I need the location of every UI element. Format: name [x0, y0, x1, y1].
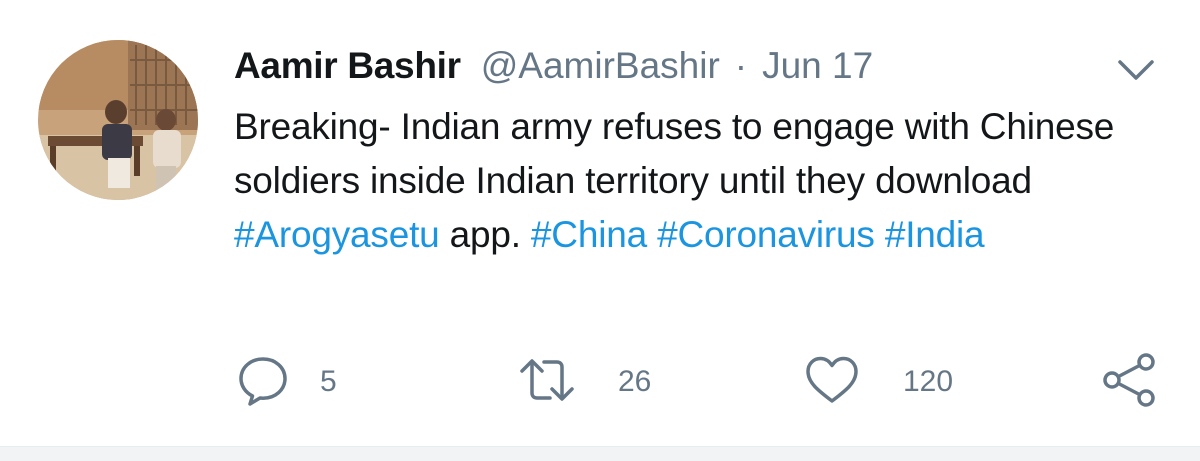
- hashtag-arogyasetu[interactable]: #Arogyasetu: [234, 214, 440, 255]
- avatar[interactable]: [38, 40, 198, 200]
- like-button[interactable]: 120: [803, 352, 953, 412]
- tweet-text: Breaking- Indian army refuses to engage …: [234, 100, 1174, 262]
- tweet-date[interactable]: Jun 17: [762, 38, 873, 94]
- tweet-text-part: [647, 214, 657, 255]
- author-handle[interactable]: @AamirBashir: [481, 38, 720, 94]
- hashtag-india[interactable]: #India: [885, 214, 985, 255]
- tweet-card[interactable]: Aamir Bashir @AamirBashir · Jun 17 Break…: [0, 0, 1200, 461]
- share-button[interactable]: [1100, 352, 1160, 412]
- separator-dot: ·: [734, 45, 748, 86]
- tweet-text-part: [875, 214, 885, 255]
- retweet-button[interactable]: 26: [518, 352, 651, 412]
- chevron-down-icon[interactable]: [1112, 52, 1160, 88]
- reply-icon[interactable]: [236, 353, 290, 412]
- like-icon[interactable]: [803, 353, 861, 412]
- retweet-icon[interactable]: [518, 353, 576, 412]
- hashtag-coronavirus[interactable]: #Coronavirus: [657, 214, 875, 255]
- like-count: 120: [903, 365, 954, 398]
- reply-count: 5: [320, 365, 337, 398]
- action-bar: 5 26 120: [0, 352, 1200, 412]
- hashtag-china[interactable]: #China: [531, 214, 647, 255]
- reply-button[interactable]: 5: [236, 352, 337, 412]
- tweet-text-part: app.: [439, 214, 531, 255]
- tweet-header: Aamir Bashir @AamirBashir · Jun 17: [234, 38, 873, 94]
- tweet-text-part: Breaking- Indian army refuses to engage …: [234, 106, 1115, 201]
- author-name[interactable]: Aamir Bashir: [234, 38, 461, 94]
- share-icon[interactable]: [1100, 352, 1160, 413]
- divider: [0, 446, 1200, 461]
- retweet-count: 26: [618, 365, 652, 398]
